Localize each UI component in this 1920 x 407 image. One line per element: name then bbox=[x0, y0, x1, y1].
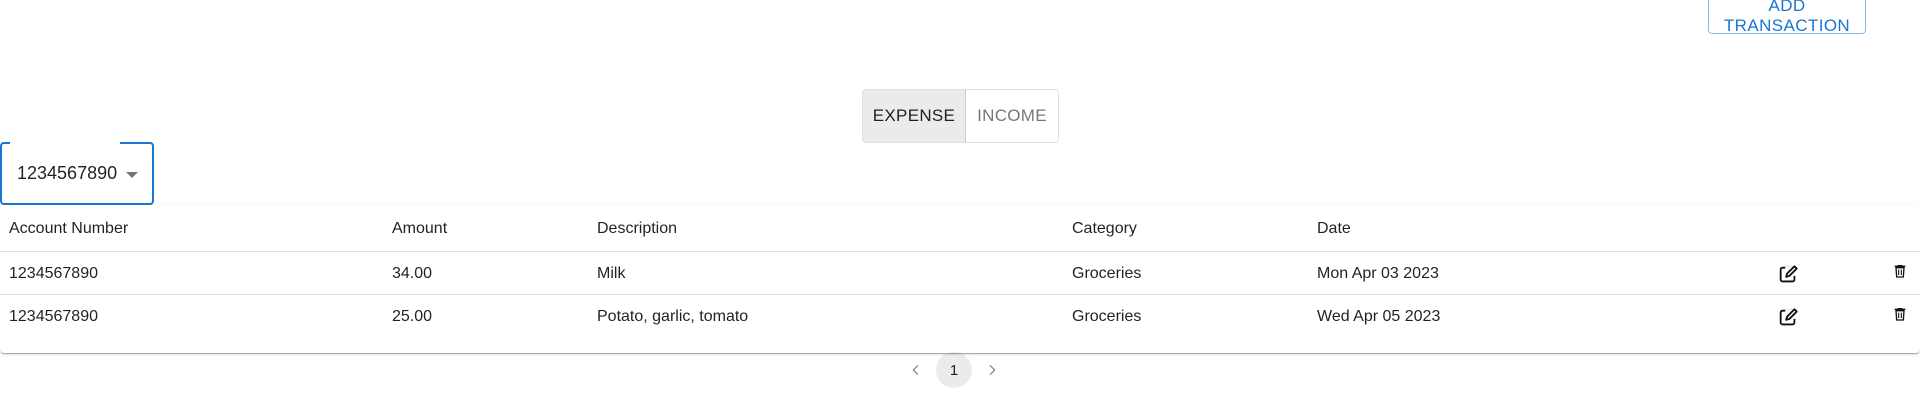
column-header-account-number: Account Number bbox=[9, 220, 129, 237]
cell-date: Wed Apr 05 2023 bbox=[1317, 308, 1441, 325]
cell-category: Groceries bbox=[1072, 308, 1142, 325]
column-header-description: Description bbox=[597, 220, 678, 237]
cell-date: Mon Apr 03 2023 bbox=[1317, 265, 1439, 282]
add-transaction-button[interactable]: ADD TRANSACTION bbox=[1708, 0, 1866, 35]
delete-icon[interactable] bbox=[1888, 302, 1912, 326]
page: ADD TRANSACTION EXPENSE INCOME 123456789… bbox=[0, 0, 1920, 407]
transactions-table: Account Number Amount Description Catego… bbox=[0, 205, 1920, 353]
toggle-income[interactable]: INCOME bbox=[966, 90, 1058, 142]
edit-icon[interactable] bbox=[1776, 263, 1800, 287]
table-header-row: Account Number Amount Description Catego… bbox=[0, 205, 1920, 252]
transaction-type-toggle: EXPENSE INCOME bbox=[862, 89, 1059, 143]
dropdown-arrow-icon bbox=[126, 172, 138, 178]
cell-amount: 25.00 bbox=[392, 308, 433, 325]
cell-category: Groceries bbox=[1072, 265, 1142, 282]
column-header-date: Date bbox=[1317, 220, 1351, 237]
column-header-amount: Amount bbox=[392, 220, 448, 237]
table-row: 1234567890 34.00 Milk Groceries Mon Apr … bbox=[0, 252, 1920, 295]
cell-account-number: 1234567890 bbox=[9, 308, 98, 325]
chevron-left-icon[interactable] bbox=[900, 354, 932, 386]
edit-icon[interactable] bbox=[1776, 306, 1800, 330]
select-outline-notch bbox=[10, 142, 120, 144]
cell-description: Milk bbox=[597, 265, 626, 282]
delete-icon[interactable] bbox=[1888, 259, 1912, 283]
column-header-category: Category bbox=[1072, 220, 1137, 237]
cell-account-number: 1234567890 bbox=[9, 265, 98, 282]
cell-amount: 34.00 bbox=[392, 265, 433, 282]
pagination: 1 bbox=[900, 352, 1008, 388]
table-row: 1234567890 25.00 Potato, garlic, tomato … bbox=[0, 295, 1920, 338]
account-select-value: 1234567890 bbox=[17, 163, 118, 183]
account-select[interactable]: 1234567890 bbox=[0, 142, 154, 205]
cell-description: Potato, garlic, tomato bbox=[597, 308, 749, 325]
page-button-current[interactable]: 1 bbox=[936, 352, 972, 388]
toggle-expense[interactable]: EXPENSE bbox=[863, 90, 966, 142]
chevron-right-icon[interactable] bbox=[976, 354, 1008, 386]
